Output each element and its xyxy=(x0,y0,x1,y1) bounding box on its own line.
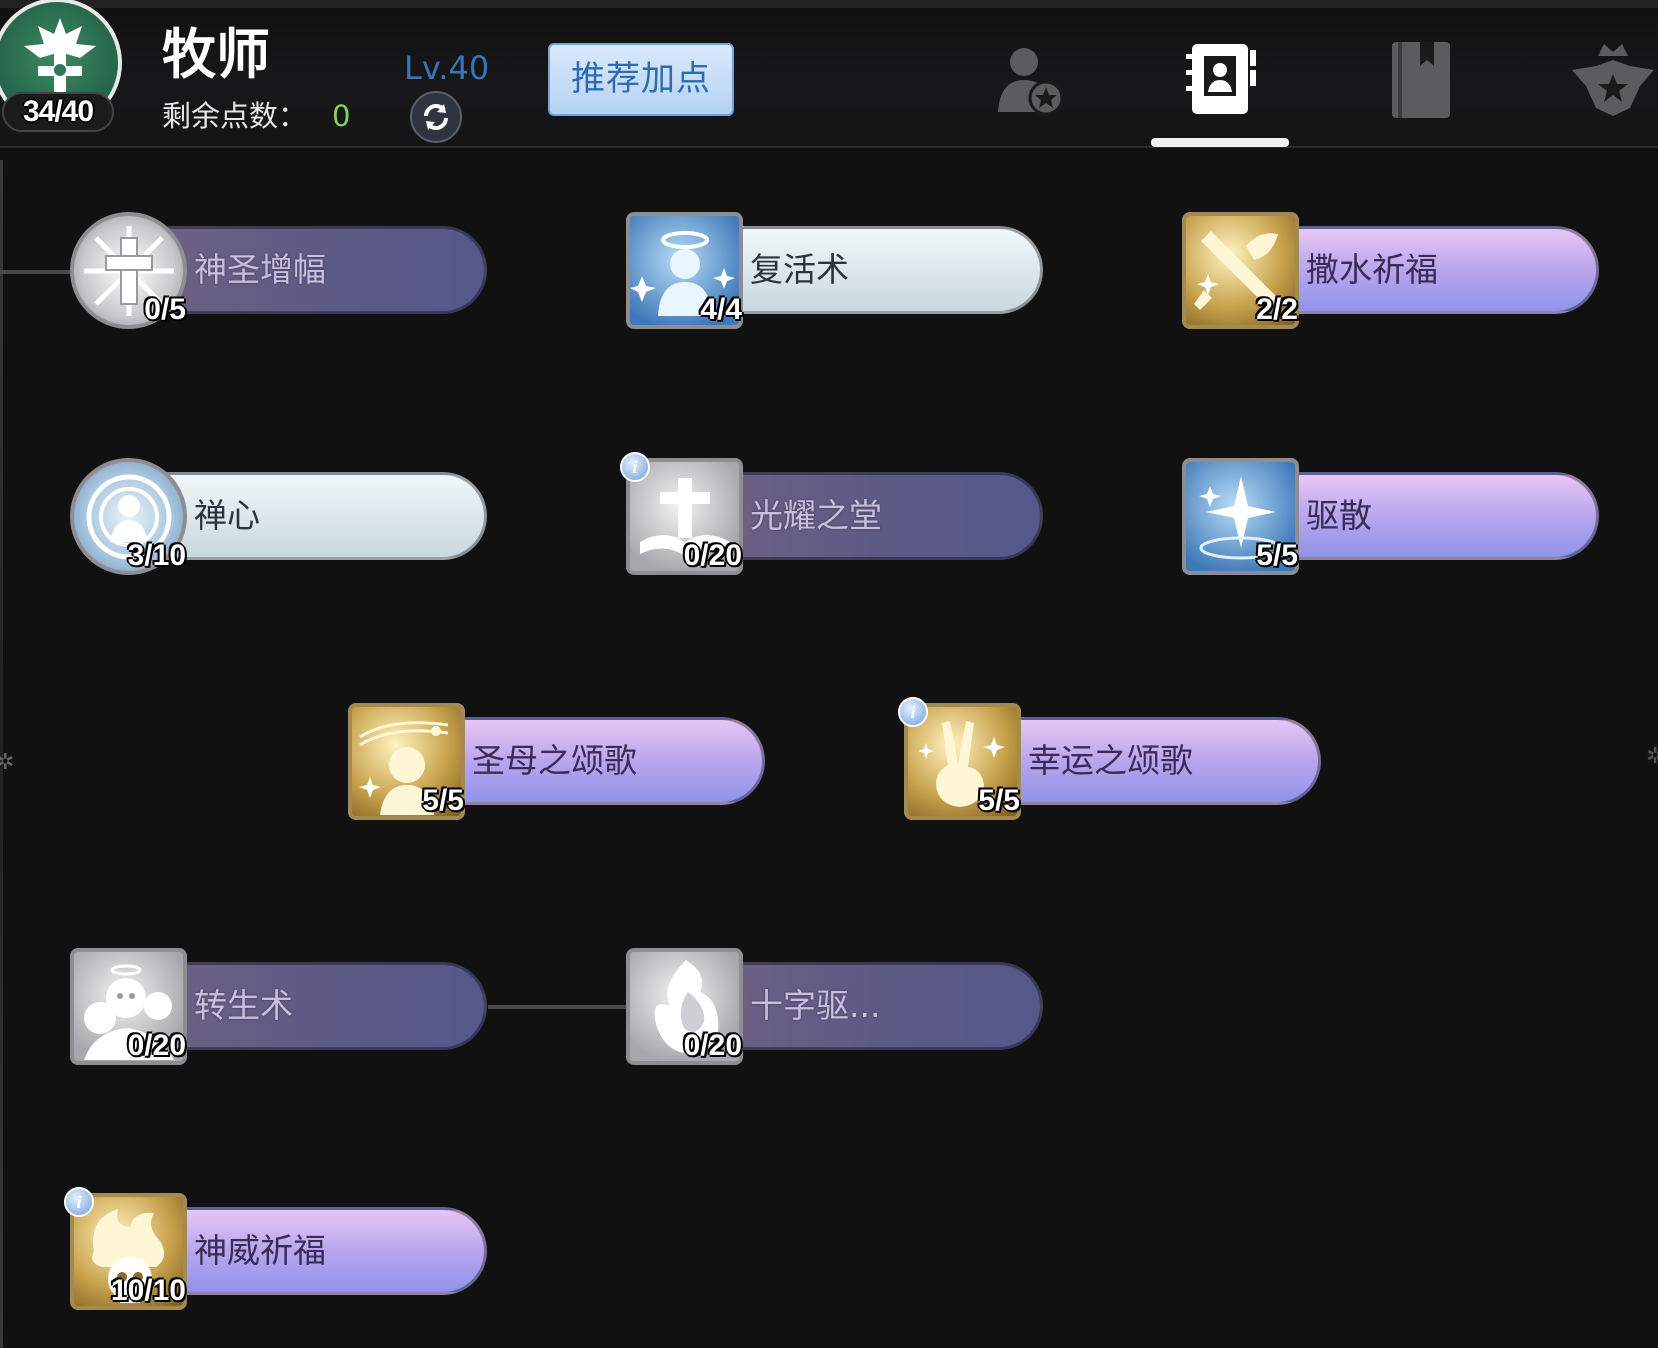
emblem-icon xyxy=(1572,44,1654,116)
skill-level: 0/20 xyxy=(683,1029,742,1062)
skill-level: 0/5 xyxy=(144,293,186,326)
top-border xyxy=(0,0,1658,8)
skill-book-icon xyxy=(1186,44,1256,114)
remaining-points-label: 剩余点数： xyxy=(162,99,308,133)
tab-skill-book[interactable] xyxy=(1178,36,1268,126)
skill-header: 34/40 牧师 剩余点数： 0 Lv.40 推荐加点 xyxy=(0,0,1658,148)
skill-level: 2/2 xyxy=(1256,293,1298,326)
tab-character[interactable] xyxy=(988,36,1078,126)
skill-name: 光耀之堂 xyxy=(750,496,882,535)
skill-name: 幸运之颂歌 xyxy=(1028,741,1193,780)
skill-level: 5/5 xyxy=(422,784,464,817)
skill-hymn-of-luck[interactable]: 幸运之颂歌 5/5 i xyxy=(898,697,1324,821)
skill-holy-amplify[interactable]: 神圣增幅 0/5 xyxy=(70,212,490,330)
rail-ornament-right-icon: ✲ xyxy=(1646,744,1658,769)
tree-connector xyxy=(488,1005,628,1009)
skill-level: 5/5 xyxy=(1256,539,1298,572)
skill-name: 转生术 xyxy=(194,986,293,1025)
skill-name: 神圣增幅 xyxy=(194,250,326,289)
info-icon[interactable]: i xyxy=(620,452,650,482)
tab-journal[interactable] xyxy=(1376,36,1466,126)
skill-resurrection[interactable]: 复活术 4/4 xyxy=(626,212,1046,330)
rail-ornament-icon: ✲ xyxy=(0,750,15,775)
skill-reincarnation[interactable]: 转生术 0/20 xyxy=(70,948,490,1066)
character-level: Lv.40 xyxy=(404,49,490,87)
character-icon xyxy=(998,48,1064,116)
tab-emblem[interactable] xyxy=(1568,36,1658,126)
skill-name: 神威祈福 xyxy=(194,1231,326,1270)
class-name: 牧师 xyxy=(162,23,270,86)
skill-level: 3/10 xyxy=(127,539,186,572)
skill-dispel[interactable]: 驱散 5/5 xyxy=(1182,458,1602,576)
info-icon[interactable]: i xyxy=(898,697,928,727)
skill-level: 4/4 xyxy=(700,293,742,326)
skill-hymn-of-the-mother[interactable]: 圣母之颂歌 5/5 xyxy=(348,703,768,821)
skill-holy-water-blessing[interactable]: 撒水祈福 2/2 xyxy=(1182,212,1602,330)
recommend-points-button[interactable]: 推荐加点 xyxy=(548,43,734,116)
skill-level: 0/20 xyxy=(683,539,742,572)
skill-level: 5/5 xyxy=(978,784,1020,817)
class-level-badge: 34/40 xyxy=(2,92,114,132)
journal-icon xyxy=(1392,42,1450,118)
skill-name: 圣母之颂歌 xyxy=(472,741,637,780)
skill-divine-blessing[interactable]: 神威祈福 10/10 i xyxy=(64,1187,490,1311)
skill-hall-of-glory[interactable]: 光耀之堂 0/20 i xyxy=(620,452,1046,576)
skill-name: 禅心 xyxy=(194,496,260,535)
skill-name: 复活术 xyxy=(750,250,849,289)
skill-level: 0/20 xyxy=(127,1029,186,1062)
skill-level: 10/10 xyxy=(110,1274,186,1307)
skill-name: 撒水祈福 xyxy=(1306,250,1438,289)
skill-zen-mind[interactable]: 禅心 3/10 xyxy=(70,458,490,576)
skill-cross-exorcism[interactable]: 十字驱... 0/20 xyxy=(626,948,1046,1066)
skill-name: 驱散 xyxy=(1306,496,1372,535)
tree-connector xyxy=(0,270,70,274)
skill-name: 十字驱... xyxy=(750,986,881,1025)
remaining-points-value: 0 xyxy=(332,99,351,133)
active-tab-indicator xyxy=(1151,138,1289,147)
info-icon[interactable]: i xyxy=(64,1187,94,1217)
reset-points-button[interactable] xyxy=(410,91,462,143)
refresh-icon xyxy=(424,104,448,130)
